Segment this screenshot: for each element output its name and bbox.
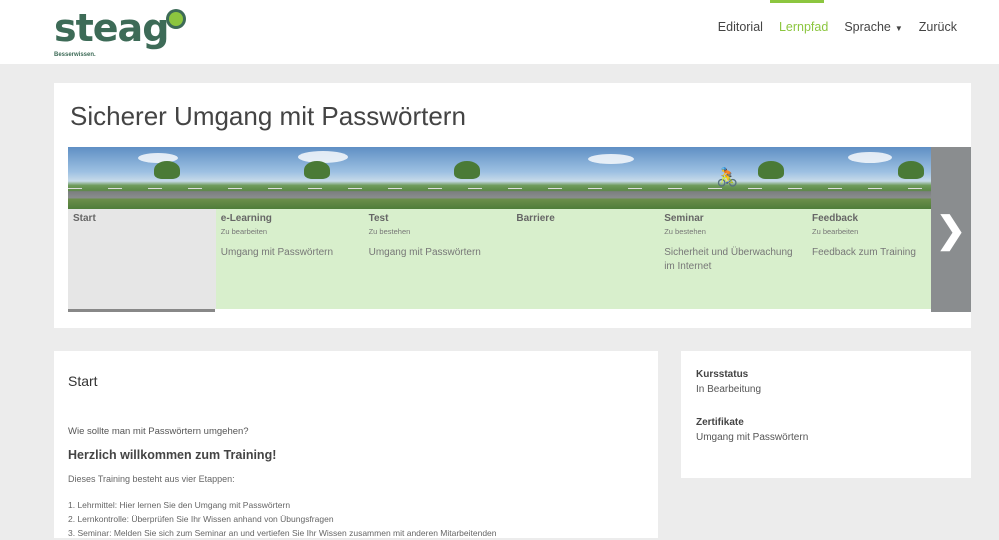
nav-active-indicator [770, 0, 824, 3]
step-status: Zu bestehen [368, 227, 411, 236]
step-description: Umgang mit Passwörtern [220, 247, 334, 258]
learning-path-steps: Start e-Learning Zu bearbeiten Umgang mi… [68, 209, 955, 311]
step-status: Zu bearbeiten [811, 227, 859, 236]
course-panel: Sicherer Umgang mit Passwörtern 🚴 Start … [54, 83, 971, 328]
cloud-decoration [588, 154, 634, 164]
top-nav: Editorial Lernpfad Sprache ▼ Zurück [718, 20, 957, 34]
learning-path-banner: 🚴 [68, 147, 955, 209]
step-barriere[interactable]: Barriere [511, 209, 660, 309]
step-test[interactable]: Test Zu bestehen Umgang mit Passwörtern [363, 209, 512, 309]
step-start[interactable]: Start [68, 209, 216, 309]
list-item: 2. Lernkontrolle: Überprüfen Sie Ihr Wis… [68, 514, 334, 524]
apple-icon [166, 9, 186, 29]
active-step-indicator [68, 309, 215, 312]
tree-decoration [154, 161, 180, 179]
step-seminar[interactable]: Seminar Zu bestehen Sicherheit und Überw… [659, 209, 807, 309]
nav-lernpfad[interactable]: Lernpfad [779, 20, 828, 34]
nav-zurueck[interactable]: Zurück [919, 20, 957, 34]
logo-wordmark: steag [54, 6, 169, 50]
step-title: Feedback [811, 213, 859, 224]
nav-editorial[interactable]: Editorial [718, 20, 763, 34]
step-title: Barriere [516, 213, 555, 224]
intro-text: Dieses Training besteht aus vier Etappen… [68, 474, 235, 484]
intro-question: Wie sollte man mit Passwörtern umgehen? [68, 426, 249, 437]
cyclist-icon: 🚴 [716, 167, 739, 187]
step-title: Seminar [664, 213, 704, 224]
step-description: Sicherheit und Überwachung im Internet [664, 247, 793, 272]
cloud-decoration [848, 152, 892, 163]
nav-sprache-label: Sprache [844, 20, 891, 34]
certificate-value[interactable]: Umgang mit Passwörtern [696, 432, 808, 443]
step-description: Feedback zum Training [811, 247, 916, 258]
steag-logo[interactable]: steag Besserwissen. [54, 6, 186, 58]
step-status: Zu bestehen [664, 227, 706, 236]
certificates-label: Zertifikate [696, 417, 744, 428]
logo-tagline: Besserwissen. [54, 52, 96, 58]
tree-decoration [454, 161, 480, 179]
step-title: e-Learning [220, 213, 272, 224]
section-heading: Start [68, 373, 98, 389]
caret-down-icon: ▼ [894, 24, 903, 33]
step-title: Test [368, 213, 389, 224]
top-header: steag Besserwissen. Editorial Lernpfad S… [0, 0, 999, 64]
course-title: Sicherer Umgang mit Passwörtern [70, 101, 466, 131]
step-description: Umgang mit Passwörtern [368, 247, 481, 258]
course-status-panel: Kursstatus In Bearbeitung Zertifikate Um… [681, 351, 971, 478]
stages-list: 1. Lehrmittel: Hier lernen Sie den Umgan… [68, 498, 497, 540]
tree-decoration [898, 161, 924, 179]
step-status: Zu bearbeiten [220, 227, 268, 236]
list-item: 1. Lehrmittel: Hier lernen Sie den Umgan… [68, 500, 291, 510]
status-value: In Bearbeitung [696, 384, 762, 395]
nav-sprache[interactable]: Sprache ▼ [844, 20, 902, 34]
tree-decoration [304, 161, 330, 179]
tree-decoration [758, 161, 784, 179]
status-label: Kursstatus [696, 369, 749, 380]
chevron-right-icon: ❯ [935, 208, 967, 250]
next-step-button[interactable]: ❯ [931, 147, 971, 312]
road-marking [68, 188, 955, 189]
main-content-panel: Start Wie sollte man mit Passwörtern umg… [54, 351, 658, 538]
step-title: Start [73, 213, 96, 224]
welcome-heading: Herzlich willkommen zum Training! [68, 448, 277, 462]
step-elearning[interactable]: e-Learning Zu bearbeiten Umgang mit Pass… [215, 209, 364, 309]
